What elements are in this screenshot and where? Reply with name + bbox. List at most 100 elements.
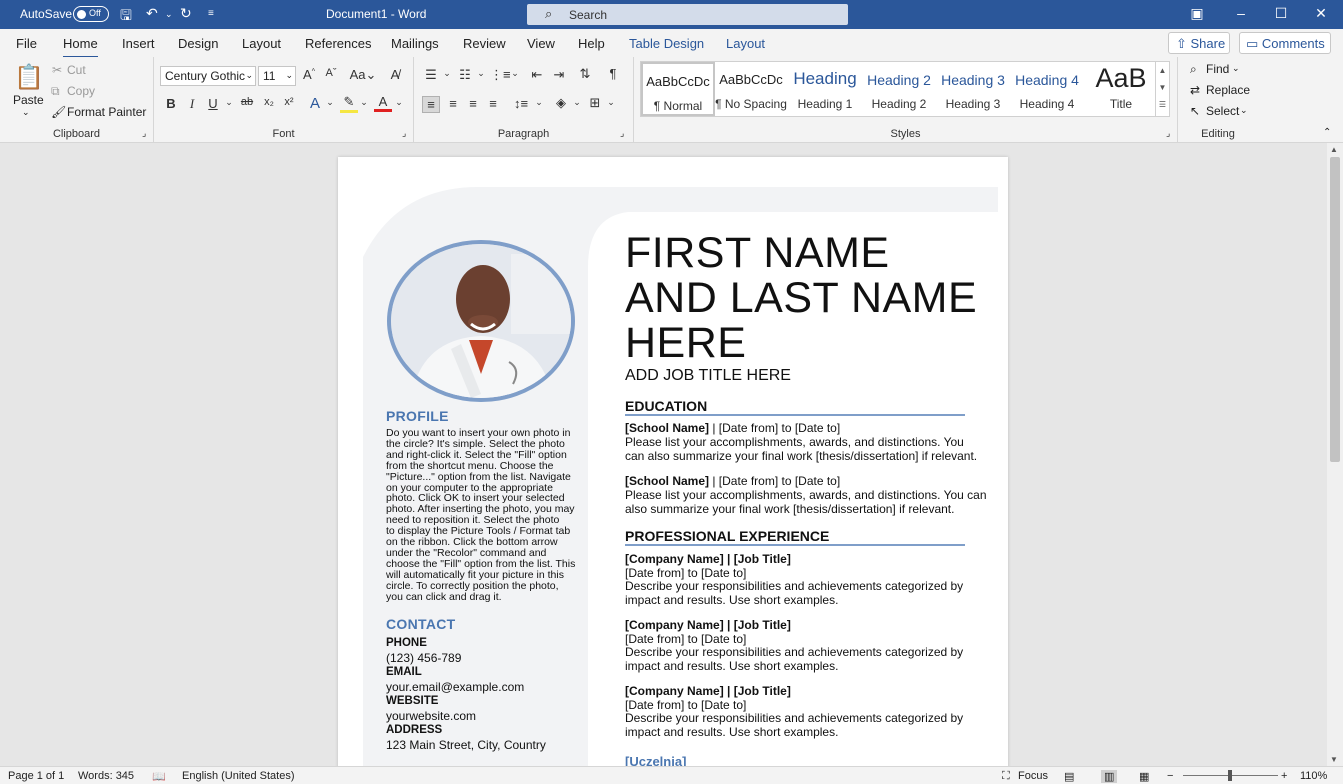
decrease-indent-icon[interactable]: ⇤ (528, 67, 546, 83)
align-left-icon[interactable]: ≡ (422, 96, 440, 113)
find-dropdown-icon[interactable]: ⌄ (1232, 63, 1240, 74)
borders-dropdown-icon[interactable]: ⌄ (602, 97, 620, 108)
increase-indent-icon[interactable]: ⇥ (550, 67, 568, 83)
search-box[interactable]: ⌕ Search (527, 4, 848, 25)
tab-review[interactable]: Review (463, 36, 506, 51)
font-family-select[interactable]: Century Gothic ⌄ (160, 66, 256, 86)
select-dropdown-icon[interactable]: ⌄ (1240, 105, 1248, 116)
copy-button[interactable]: Copy (67, 84, 95, 98)
show-formatting-icon[interactable]: ¶ (604, 66, 622, 81)
style-heading-1[interactable]: Heading Heading 1 (788, 62, 862, 116)
tab-mailings[interactable]: Mailings (391, 36, 439, 51)
style-heading-3[interactable]: Heading 3 Heading 3 (936, 62, 1010, 116)
customize-qat-icon[interactable]: ≡ (208, 8, 214, 19)
zoom-level[interactable]: 110% (1300, 770, 1327, 782)
styles-scroll[interactable]: ▲ ▼ ☰ (1155, 62, 1169, 116)
collapse-ribbon-icon[interactable]: ⌃ (1323, 127, 1331, 138)
education-line: Please list your accomplishments, awards… (625, 435, 964, 449)
select-button[interactable]: Select (1206, 104, 1239, 118)
maximize-icon[interactable]: ☐ (1271, 5, 1291, 22)
line-spacing-dropdown-icon[interactable]: ⌄ (530, 97, 548, 108)
tab-design[interactable]: Design (178, 36, 218, 51)
line-spacing-icon[interactable]: ↕≡ (512, 96, 530, 111)
undo-dropdown-icon[interactable]: ⌄ (165, 9, 173, 20)
grow-font-icon[interactable]: A^ (300, 67, 318, 82)
save-icon[interactable]: 🖫 (120, 5, 132, 29)
numbering-dropdown-icon[interactable]: ⌄ (472, 68, 490, 79)
replace-button[interactable]: Replace (1206, 83, 1250, 97)
word-count[interactable]: Words: 345 (78, 770, 134, 782)
text-effects-dropdown-icon[interactable]: ⌄ (321, 97, 339, 108)
page-count[interactable]: Page 1 of 1 (8, 770, 64, 782)
align-right-icon[interactable]: ≡ (464, 96, 482, 111)
strikethrough-icon[interactable]: ab (238, 96, 256, 108)
profile-photo[interactable] (387, 240, 575, 402)
tab-help[interactable]: Help (578, 36, 605, 51)
bullets-dropdown-icon[interactable]: ⌄ (438, 68, 456, 79)
tab-file[interactable]: File (16, 36, 37, 51)
paste-dropdown-icon[interactable]: ⌄ (22, 107, 30, 118)
focus-label[interactable]: Focus (1018, 770, 1048, 782)
undo-icon[interactable]: ↶ (146, 5, 158, 22)
cut-button[interactable]: Cut (67, 63, 86, 77)
share-button[interactable]: ⇧ Share (1168, 32, 1230, 54)
paste-button[interactable]: Paste (13, 93, 44, 107)
format-painter-button[interactable]: Format Painter (67, 105, 146, 119)
scroll-up-icon[interactable]: ▲ (1330, 145, 1338, 154)
italic-icon[interactable]: I (183, 96, 201, 112)
scroll-down-icon[interactable]: ▼ (1330, 755, 1338, 764)
tab-layout[interactable]: Layout (242, 36, 281, 51)
superscript-icon[interactable]: x² (280, 96, 298, 108)
document-page[interactable]: PROFILE Do you want to insert your own p… (338, 157, 1008, 769)
read-mode-icon[interactable]: ▤ (1064, 770, 1074, 783)
style-no-spacing[interactable]: AaBbCcDc ¶ No Spacing (714, 62, 788, 116)
style-heading-2[interactable]: Heading 2 Heading 2 (862, 62, 936, 116)
highlight-dropdown-icon[interactable]: ⌄ (355, 97, 373, 108)
close-icon[interactable]: ✕ (1311, 5, 1331, 22)
vertical-scrollbar[interactable]: ▲ ▼ (1327, 143, 1343, 766)
tab-view[interactable]: View (527, 36, 555, 51)
multilevel-dropdown-icon[interactable]: ⌄ (506, 68, 524, 79)
paragraph-label: Paragraph (497, 128, 550, 140)
style-normal[interactable]: AaBbCcDc ¶ Normal (641, 62, 715, 116)
tab-home[interactable]: Home (63, 36, 98, 59)
clear-formatting-icon[interactable]: A̸ (386, 67, 404, 82)
tab-insert[interactable]: Insert (122, 36, 155, 51)
print-layout-icon[interactable]: ▥ (1101, 770, 1118, 783)
zoom-in-icon[interactable]: + (1281, 770, 1287, 782)
justify-icon[interactable]: ≡ (484, 96, 502, 111)
align-center-icon[interactable]: ≡ (444, 96, 462, 111)
style-title[interactable]: AaB Title (1084, 62, 1158, 116)
clipboard-launcher-icon[interactable]: ⌟ (142, 128, 146, 139)
font-color-dropdown-icon[interactable]: ⌄ (390, 97, 408, 108)
zoom-slider-handle[interactable] (1228, 770, 1232, 781)
minimize-icon[interactable]: – (1231, 5, 1251, 21)
paste-icon[interactable]: 📋 (14, 63, 44, 92)
sort-icon[interactable]: ⇅ (576, 66, 594, 82)
focus-icon[interactable]: ⛶ (1002, 770, 1010, 783)
proofing-icon[interactable]: 📖 (152, 770, 166, 783)
tab-table-layout[interactable]: Layout (726, 36, 765, 51)
styles-launcher-icon[interactable]: ⌟ (1166, 128, 1170, 139)
comments-button[interactable]: ▭ Comments (1239, 32, 1331, 54)
zoom-out-icon[interactable]: − (1167, 770, 1173, 782)
autosave-toggle[interactable]: Off (73, 6, 109, 22)
underline-dropdown-icon[interactable]: ⌄ (220, 97, 238, 108)
font-size-select[interactable]: 11 ⌄ (258, 66, 296, 86)
change-case-icon[interactable]: Aa⌄ (349, 67, 377, 83)
redo-icon[interactable]: ↻ (180, 5, 192, 22)
find-button[interactable]: Find (1206, 62, 1229, 76)
shrink-font-icon[interactable]: Aˇ (322, 67, 340, 79)
shading-dropdown-icon[interactable]: ⌄ (568, 97, 586, 108)
ribbon-display-icon[interactable]: ▣ (1187, 5, 1207, 22)
tab-references[interactable]: References (305, 36, 371, 51)
style-heading-4[interactable]: Heading 4 Heading 4 (1010, 62, 1084, 116)
web-layout-icon[interactable]: ▦ (1139, 770, 1149, 783)
subscript-icon[interactable]: x₂ (260, 96, 278, 108)
bold-icon[interactable]: B (162, 96, 180, 111)
font-launcher-icon[interactable]: ⌟ (402, 128, 406, 139)
paragraph-launcher-icon[interactable]: ⌟ (620, 128, 624, 139)
language[interactable]: English (United States) (182, 770, 295, 782)
scroll-thumb[interactable] (1330, 157, 1340, 462)
tab-table-design[interactable]: Table Design (629, 36, 704, 51)
